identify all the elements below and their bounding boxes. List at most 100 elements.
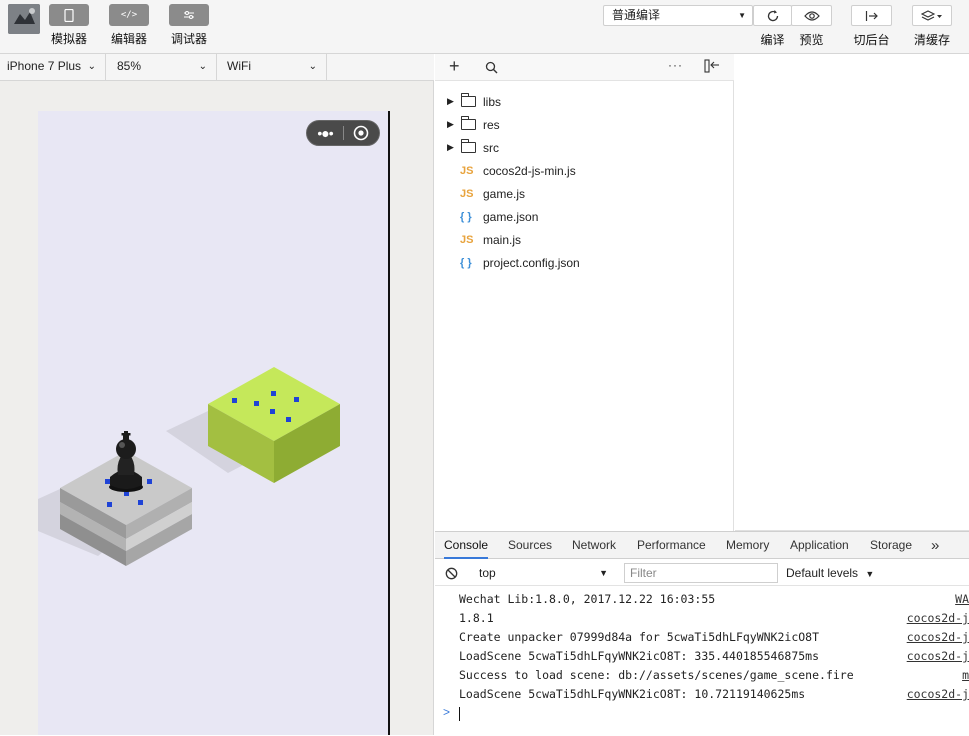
caret-down-icon: ▼ [599, 568, 608, 578]
tab-overflow[interactable]: » [931, 532, 939, 559]
folder-icon [460, 139, 476, 153]
game-canvas[interactable]: •●• [38, 111, 390, 735]
target-dot [294, 397, 299, 402]
tree-file-game-json[interactable]: { } game.json [435, 205, 734, 228]
target-dot [105, 479, 110, 484]
devtools-tabs: Console Sources Network Performance Memo… [435, 532, 969, 559]
js-file-icon: JS [460, 233, 474, 246]
console-log-source[interactable]: cocos2d-j [907, 649, 969, 663]
preview-button[interactable] [791, 5, 832, 26]
console-log-source[interactable]: cocos2d-j [907, 611, 969, 625]
tab-console[interactable]: Console [444, 532, 489, 559]
avatar[interactable] [8, 4, 40, 34]
js-file-icon: JS [460, 187, 474, 200]
editor-label: 编辑器 [110, 32, 147, 46]
levels-value: Default levels [786, 566, 859, 580]
tree-file-main-js[interactable]: JS main.js [435, 228, 734, 251]
search-icon[interactable] [485, 61, 498, 74]
tab-application[interactable]: Application [790, 532, 849, 559]
folder-icon [460, 116, 476, 130]
tree-file-cocos2d-js-min[interactable]: JS cocos2d-js-min.js [435, 159, 734, 182]
collapse-panel-icon[interactable] [704, 59, 720, 73]
target-dot [271, 391, 276, 396]
clear-cache-button[interactable] [912, 5, 952, 26]
context-value: top [479, 566, 496, 580]
console-log-line: Success to load scene: db://assets/scene… [459, 668, 854, 682]
caret-right-icon: ▶ [447, 119, 454, 129]
add-file-icon[interactable]: + [449, 56, 460, 77]
tree-item-label: project.config.json [483, 255, 580, 270]
js-file-icon: JS [460, 164, 474, 177]
console-prompt[interactable]: > [443, 705, 963, 723]
top-toolbar: 模拟器 </> 编辑器 调试器 普通编译 ▼ 编译 预览 切后台 清缓存 [0, 0, 969, 54]
zoom-select[interactable]: 85% ⌄ [106, 54, 217, 80]
phone-icon [64, 8, 74, 22]
file-tree: ▶ libs ▶ res ▶ src JS cocos2d-js-min.js … [435, 81, 734, 531]
target-dot [107, 502, 112, 507]
clear-cache-label: 清缓存 [913, 33, 950, 47]
chevron-down-icon: ⌄ [198, 61, 207, 72]
editor-area[interactable] [735, 54, 969, 531]
more-options-icon[interactable]: ··· [668, 58, 683, 72]
console-filter-input[interactable]: Filter [624, 563, 778, 583]
tab-network[interactable]: Network [572, 532, 616, 559]
console-log-source[interactable]: cocos2d-j [907, 687, 969, 701]
tree-folder-libs[interactable]: ▶ libs [435, 90, 734, 113]
background-button[interactable] [851, 5, 892, 26]
tree-item-label: src [483, 140, 499, 155]
sliders-icon [184, 11, 194, 19]
tree-file-game-js[interactable]: JS game.js [435, 182, 734, 205]
tree-folder-res[interactable]: ▶ res [435, 113, 734, 136]
tab-sources[interactable]: Sources [508, 532, 552, 559]
layers-icon [921, 9, 942, 21]
json-file-icon: { } [460, 210, 472, 223]
console-log-source[interactable]: m [962, 668, 969, 682]
target-dot [286, 417, 291, 422]
code-icon: </> [120, 10, 138, 20]
folder-icon [460, 93, 476, 107]
network-select[interactable]: WiFi ⌄ [217, 54, 327, 80]
preview-label: 预览 [799, 33, 824, 47]
console-log-line: LoadScene 5cwaTi5dhLFqyWNK2icO8T: 335.44… [459, 649, 820, 663]
compile-mode-select[interactable]: 普通编译 ▼ [603, 5, 753, 26]
tree-folder-src[interactable]: ▶ src [435, 136, 734, 159]
chevron-down-icon: ⌄ [87, 61, 96, 72]
tree-item-label: game.js [483, 186, 526, 201]
refresh-icon [767, 9, 778, 21]
tree-item-label: game.json [483, 209, 539, 224]
console-log-source[interactable]: WA [955, 592, 969, 606]
simulator-toggle-button[interactable] [49, 4, 89, 26]
caret-down-icon: ▼ [865, 569, 875, 579]
prompt-chevron-icon: > [443, 705, 451, 719]
chevron-down-icon: ⌄ [308, 61, 317, 72]
target-dot [138, 500, 143, 505]
tab-memory[interactable]: Memory [726, 532, 769, 559]
console-log-source[interactable]: cocos2d-j [907, 630, 969, 644]
target-dot [254, 401, 259, 406]
tree-item-label: libs [483, 94, 502, 109]
tab-performance[interactable]: Performance [637, 532, 706, 559]
console-filter-bar: top ▼ Filter Default levels ▼ [435, 560, 969, 586]
caret-right-icon: ▶ [447, 142, 454, 152]
context-select[interactable]: top ▼ [471, 560, 612, 586]
game-scene [38, 367, 340, 566]
tree-file-project-config[interactable]: { } project.config.json [435, 251, 734, 274]
debugger-toggle-button[interactable] [169, 4, 209, 26]
console-log-line: LoadScene 5cwaTi5dhLFqyWNK2icO8T: 10.721… [459, 687, 806, 701]
target-dot [270, 409, 275, 414]
console-log-line: Create unpacker 07999d84a for 5cwaTi5dhL… [459, 630, 820, 644]
simulator-label: 模拟器 [50, 32, 87, 46]
switch-background-icon [865, 10, 878, 21]
caret-right-icon: ▶ [447, 96, 454, 106]
compile-button[interactable] [753, 5, 792, 26]
tab-storage[interactable]: Storage [870, 532, 912, 559]
log-levels-select[interactable]: Default levels ▼ [786, 560, 874, 586]
console-log-line: 1.8.1 [459, 611, 494, 625]
device-select[interactable]: iPhone 7 Plus ⌄ [0, 54, 106, 80]
device-value: iPhone 7 Plus [7, 59, 82, 73]
clear-console-icon[interactable] [445, 567, 458, 580]
caret-down-icon: ▼ [738, 11, 746, 20]
editor-toggle-button[interactable]: </> [109, 4, 149, 26]
simulator-area: •●• [0, 81, 434, 735]
compile-label: 编译 [760, 33, 785, 47]
